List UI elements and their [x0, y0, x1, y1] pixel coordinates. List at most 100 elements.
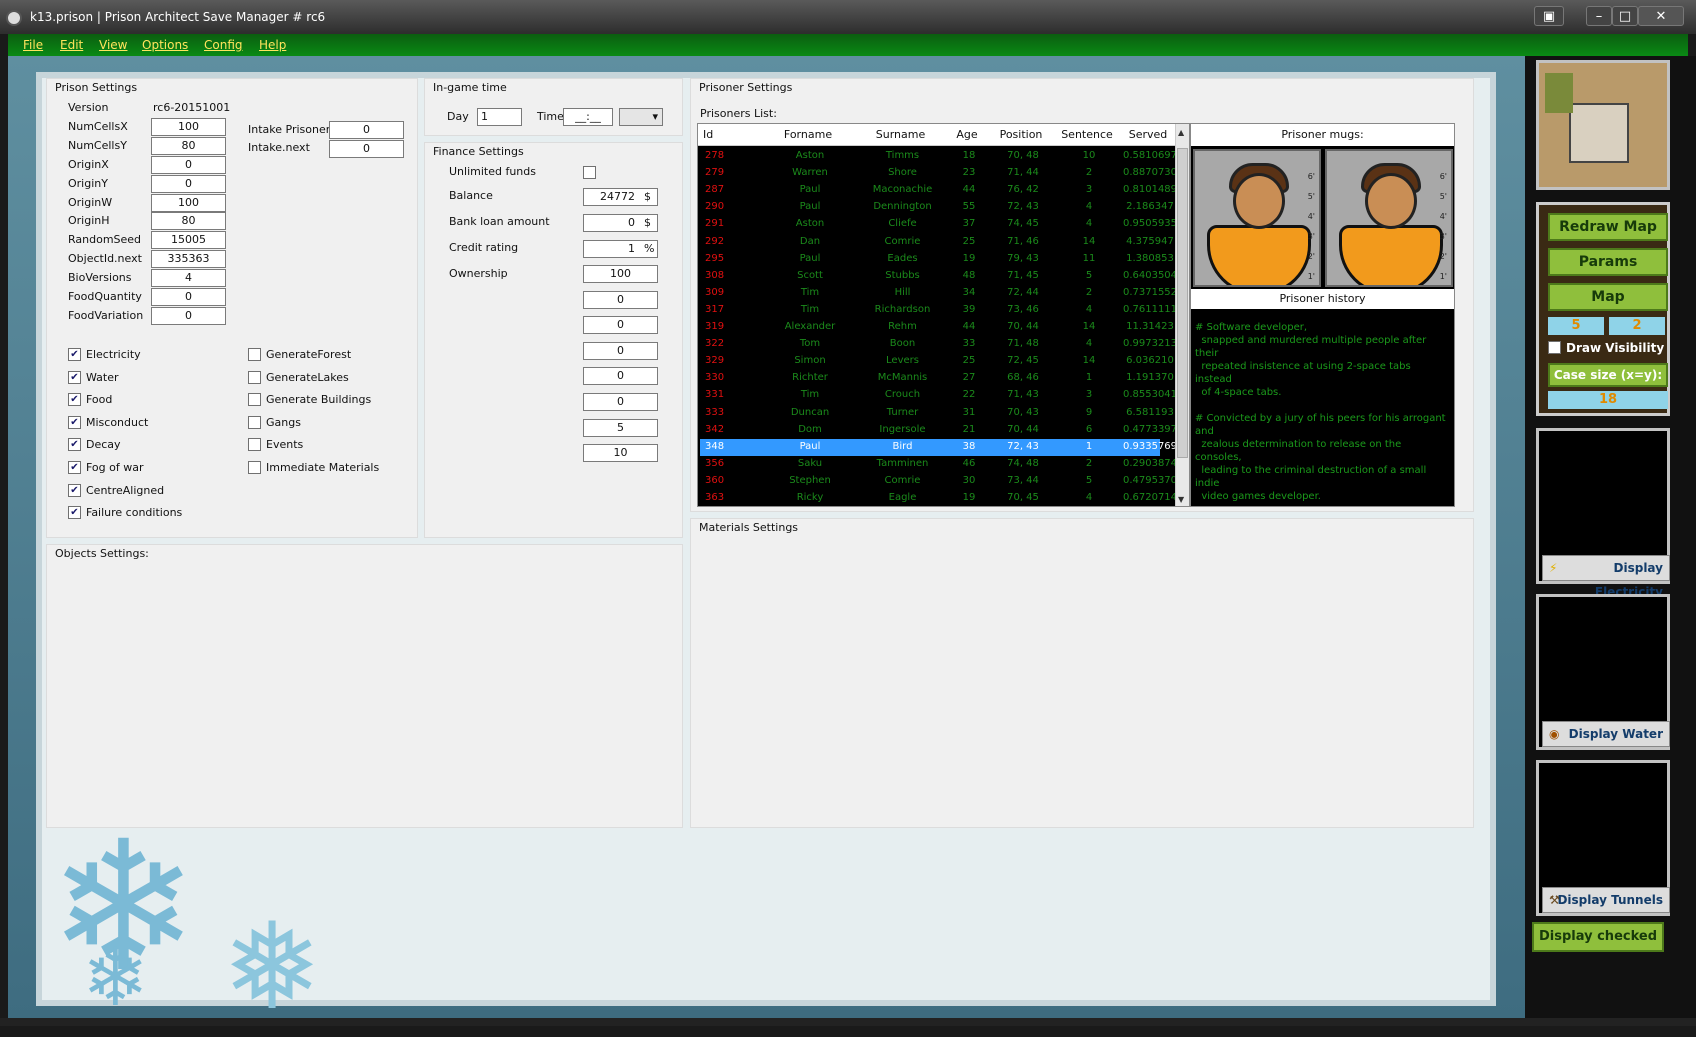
option-checkbox[interactable]: ✔ [68, 415, 81, 429]
field-input[interactable]: 0 [151, 288, 226, 306]
option-checkbox[interactable]: ✔ [68, 461, 81, 474]
table-row[interactable]: 329 Simon Levers 25 72, 45 14 6.036210 [700, 353, 1174, 370]
ownership-input[interactable]: 10 [583, 444, 658, 463]
table-row[interactable]: 333 Duncan Turner 31 70, 43 9 6.581193 [700, 405, 1174, 422]
display-water-button[interactable]: ◉ Display Water [1542, 721, 1670, 747]
table-row[interactable]: 330 Richter McMannis 27 68, 46 1 1.191370 [700, 370, 1174, 387]
table-row[interactable]: 360 Stephen Comrie 30 73, 44 5 0.4795370 [700, 473, 1177, 490]
table-row[interactable]: 317 Tim Richardson 39 73, 46 4 0.7611111 [700, 302, 1177, 319]
close-button[interactable]: ✕ [1638, 6, 1684, 26]
field-input[interactable]: 335363 [151, 250, 226, 269]
table-row[interactable]: 331 Tim Crouch 22 71, 43 3 0.8553041 [700, 387, 1177, 404]
table-row[interactable]: 309 Tim Hill 34 72, 44 2 0.7371552 [700, 285, 1177, 302]
ownership-input[interactable]: 0 [583, 367, 658, 386]
prisoners-table[interactable]: Id Forname Surname Age Position Sentence… [697, 123, 1190, 507]
table-row[interactable]: 319 Alexander Rehm 44 70, 44 14 11.31423 [700, 319, 1174, 336]
redraw-map-button[interactable]: Redraw Map [1548, 213, 1668, 241]
option-checkbox[interactable] [248, 415, 261, 429]
table-row[interactable]: 295 Paul Eades 19 79, 43 11 1.380853 [700, 251, 1174, 268]
table-row[interactable]: 287 Paul Maconachie 44 76, 42 3 0.8101489 [700, 182, 1177, 199]
col-id[interactable]: Id [703, 128, 713, 141]
option-checkbox[interactable]: ✔ [68, 393, 81, 407]
col-age[interactable]: Age [948, 128, 986, 141]
table-row[interactable]: 278 Aston Timms 18 70, 48 10 0.5810697 [700, 148, 1177, 165]
table-row[interactable]: 363 Ricky Eagle 19 70, 45 4 0.6720714 [700, 490, 1177, 506]
option-checkbox[interactable]: ✔ [68, 348, 81, 361]
table-row[interactable]: 279 Warren Shore 23 71, 44 2 0.8870730 [700, 165, 1177, 182]
ownership-input[interactable]: 0 [583, 316, 658, 335]
option-checkbox[interactable]: ✔ [68, 370, 81, 384]
prisoner-head [1365, 173, 1417, 229]
menu-file[interactable]: File [23, 38, 43, 52]
display-electricity-button[interactable]: ⚡ Display Electricity [1542, 555, 1670, 599]
option-checkbox[interactable] [248, 348, 261, 361]
ownership-input[interactable]: 100 [583, 265, 658, 283]
ownership-input[interactable]: 0 [583, 393, 658, 411]
unlimited-funds-checkbox[interactable] [583, 166, 596, 179]
field-input[interactable]: 0 [151, 306, 226, 325]
col-forname[interactable]: Forname [763, 128, 853, 141]
field-input[interactable]: 100 [151, 117, 226, 136]
field-label: NumCellsY [68, 138, 127, 152]
ownership-input[interactable]: 5 [583, 418, 658, 437]
display-tunnels-button[interactable]: ⚒ Display Tunnels [1542, 887, 1670, 913]
ownership-input[interactable]: 0 [583, 341, 658, 360]
params-button[interactable]: Params [1548, 248, 1668, 276]
maximize-button[interactable]: □ [1612, 6, 1638, 26]
time-input[interactable]: __:__ [563, 108, 613, 126]
option-checkbox[interactable] [248, 461, 261, 474]
col-sentence[interactable]: Sentence [1056, 128, 1118, 141]
table-cell: 0.8101489 [1122, 184, 1178, 196]
minimize-button[interactable]: – [1586, 6, 1612, 26]
y-stepper[interactable]: 2 [1609, 317, 1665, 335]
prisoners-scrollbar[interactable]: ▲ ▼ [1175, 124, 1189, 506]
scroll-thumb[interactable] [1177, 148, 1188, 458]
option-checkbox[interactable] [248, 393, 261, 407]
col-surname[interactable]: Surname [853, 128, 948, 141]
screen-icon[interactable]: ▣ [1534, 6, 1564, 26]
col-served[interactable]: Served [1118, 128, 1178, 141]
x-stepper[interactable]: 5 [1548, 317, 1604, 335]
table-row[interactable]: 292 Dan Comrie 25 71, 46 14 4.375947 [700, 234, 1174, 251]
scroll-down-icon[interactable]: ▼ [1178, 495, 1184, 504]
table-cell: 72, 43 [1007, 201, 1039, 213]
table-row[interactable]: 291 Aston Cliefe 37 74, 45 4 0.9505935 [700, 216, 1177, 233]
field-input[interactable]: 100 [151, 193, 226, 212]
table-row[interactable]: 290 Paul Dennington 55 72, 43 4 2.186347 [700, 199, 1174, 216]
time-dropdown[interactable]: ▾ [619, 108, 663, 126]
height-mark: 3' [1307, 232, 1315, 241]
day-input[interactable]: 1 [477, 108, 522, 126]
menu-config[interactable]: Config [204, 38, 243, 52]
case-size-input[interactable]: 18 [1548, 391, 1668, 409]
minimap[interactable] [1536, 60, 1670, 190]
table-row[interactable]: 342 Dom Ingersole 21 70, 44 6 0.4773397 [700, 422, 1177, 439]
scroll-up-icon[interactable]: ▲ [1178, 128, 1184, 137]
field-input[interactable]: 0 [151, 174, 226, 193]
map-button[interactable]: Map [1548, 283, 1668, 311]
field-input[interactable]: 4 [151, 269, 226, 288]
ownership-input[interactable]: 0 [583, 290, 658, 309]
draw-visibility-checkbox[interactable] [1548, 341, 1561, 354]
option-checkbox[interactable]: ✔ [68, 506, 81, 520]
table-row[interactable]: 322 Tom Boon 33 71, 48 4 0.9973213 [700, 336, 1177, 353]
table-row[interactable]: 356 Saku Tamminen 46 74, 48 2 0.2903874 [700, 456, 1177, 473]
menu-help[interactable]: Help [259, 38, 286, 52]
field-input[interactable]: 80 [151, 136, 226, 155]
table-row[interactable]: 348 Paul Bird 38 72, 43 1 0.9335769 [700, 438, 1177, 456]
option-checkbox[interactable]: ✔ [68, 438, 81, 452]
menu-edit[interactable]: Edit [60, 38, 83, 52]
display-checked-button[interactable]: Display checked [1532, 922, 1664, 952]
option-checkbox[interactable] [248, 370, 261, 384]
field-input[interactable]: 0 [151, 155, 226, 174]
menu-options[interactable]: Options [142, 38, 188, 52]
intake-next-input[interactable]: 0 [329, 140, 404, 158]
field-input[interactable]: 80 [151, 212, 226, 231]
menu-view[interactable]: View [99, 38, 127, 52]
col-position[interactable]: Position [986, 128, 1056, 141]
table-row[interactable]: 308 Scott Stubbs 48 71, 45 5 0.6403504 [700, 268, 1177, 285]
table-cell: Tim [800, 303, 820, 315]
intake-prisoners-input[interactable]: 0 [329, 121, 404, 139]
option-checkbox[interactable] [248, 438, 261, 452]
field-input[interactable]: 15005 [151, 231, 226, 250]
option-checkbox[interactable]: ✔ [68, 483, 81, 497]
